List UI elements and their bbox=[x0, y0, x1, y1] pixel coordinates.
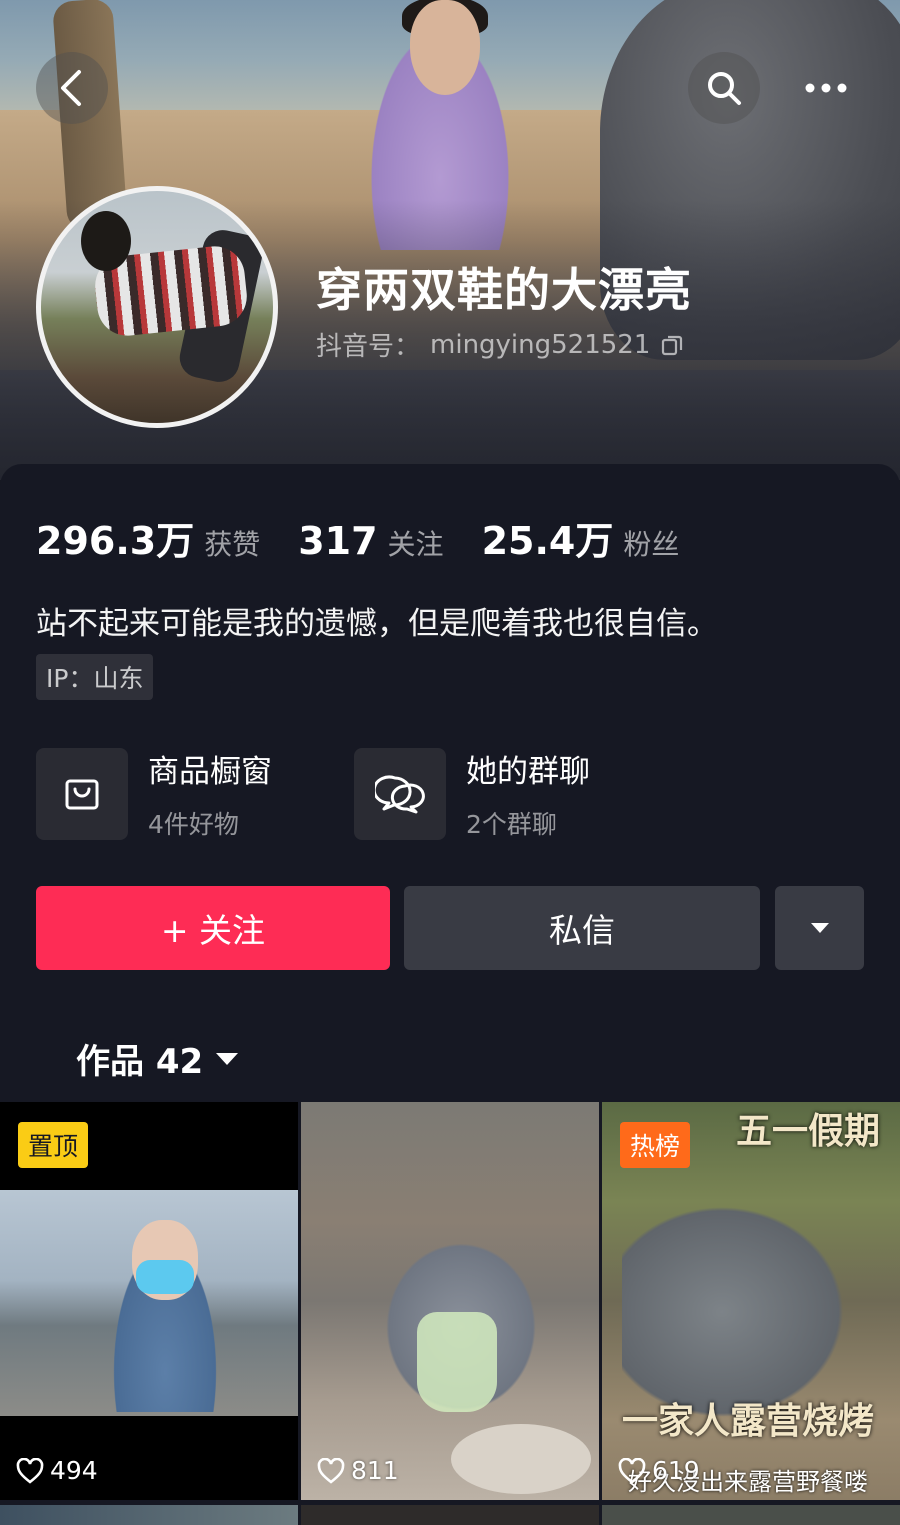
video-basin bbox=[451, 1424, 591, 1494]
video-thumbnail-partial[interactable] bbox=[602, 1505, 900, 1525]
likes-label: 获赞 bbox=[204, 528, 261, 561]
video-grid: 置顶 494 811 五一假期 一家人露营烧烤 好久没出来露营野餐喽 热榜 61… bbox=[0, 1102, 900, 1525]
video-likes-count: 811 bbox=[351, 1456, 399, 1485]
more-icon bbox=[805, 83, 847, 93]
hot-list-badge: 热榜 bbox=[620, 1122, 691, 1168]
group-chat-icon bbox=[354, 747, 446, 840]
avatar-figure-head bbox=[81, 211, 131, 271]
follow-button[interactable]: + 关注 bbox=[36, 886, 390, 970]
caret-down-icon bbox=[810, 923, 829, 933]
following-label[interactable]: 关注 bbox=[388, 523, 444, 563]
video-likes: 619 bbox=[618, 1456, 700, 1485]
douyin-id[interactable]: 抖音号： mingying521521 bbox=[316, 326, 684, 363]
bio: 站不起来可能是我的遗憾，但是爬着我也很自信。 bbox=[36, 606, 718, 642]
video-bag bbox=[417, 1312, 497, 1412]
heart-icon bbox=[618, 1457, 646, 1484]
video-thumbnail-partial[interactable] bbox=[301, 1505, 599, 1525]
followers-count[interactable]: 25.4万 bbox=[482, 510, 614, 565]
nickname: 穿两双鞋的大漂亮 bbox=[316, 263, 692, 317]
video-thumbnail[interactable]: 811 bbox=[301, 1102, 599, 1500]
shop-window-title: 商品橱窗 bbox=[148, 754, 272, 790]
heart-icon bbox=[16, 1457, 44, 1484]
tab-works[interactable]: 作品 42 bbox=[76, 1034, 239, 1083]
video-thumbnail[interactable]: 五一假期 一家人露营烧烤 好久没出来露营野餐喽 热榜 619 bbox=[602, 1102, 900, 1500]
cover-person-face bbox=[410, 0, 480, 95]
back-button[interactable] bbox=[36, 52, 108, 124]
video-overlay-title: 五一假期 bbox=[735, 1111, 880, 1152]
stats-row: 296.3万 获赞 317 关注 25.4万 粉丝 bbox=[36, 510, 717, 565]
douyin-id-value: mingying521521 bbox=[430, 329, 651, 360]
group-chat-entry[interactable]: 她的群聊 2个群聊 bbox=[354, 746, 590, 841]
video-likes-count: 494 bbox=[50, 1456, 98, 1485]
video-thumbnail[interactable]: 置顶 494 bbox=[0, 1102, 298, 1500]
group-chat-title: 她的群聊 bbox=[466, 754, 590, 790]
shop-window-entry[interactable]: 商品橱窗 4件好物 bbox=[36, 746, 272, 841]
search-icon bbox=[708, 72, 741, 105]
following-count[interactable]: 317 bbox=[298, 519, 377, 563]
video-likes: 811 bbox=[317, 1456, 399, 1485]
video-figure-mask bbox=[136, 1260, 194, 1294]
more-button[interactable] bbox=[790, 52, 862, 124]
tab-works-label: 作品 42 bbox=[76, 1042, 204, 1082]
douyin-id-label: 抖音号： bbox=[316, 332, 421, 362]
video-likes-count: 619 bbox=[652, 1456, 700, 1485]
followers-label[interactable]: 粉丝 bbox=[623, 523, 679, 563]
more-actions-button[interactable] bbox=[775, 886, 864, 970]
avatar[interactable] bbox=[36, 186, 278, 428]
shopping-bag-icon bbox=[36, 747, 128, 840]
heart-icon bbox=[317, 1457, 345, 1484]
video-overlay-subtitle: 一家人露营烧烤 bbox=[622, 1401, 875, 1442]
caret-down-icon bbox=[216, 1052, 239, 1065]
shop-window-sub: 4件好物 bbox=[148, 810, 239, 839]
likes-count: 296.3万 bbox=[36, 519, 195, 563]
message-button[interactable]: 私信 bbox=[404, 886, 760, 970]
ip-location-tag: IP：山东 bbox=[36, 654, 154, 700]
video-likes: 494 bbox=[16, 1456, 98, 1485]
video-thumbnail-partial[interactable] bbox=[0, 1505, 298, 1525]
pinned-badge: 置顶 bbox=[18, 1122, 89, 1168]
back-icon bbox=[61, 70, 81, 106]
group-chat-sub: 2个群聊 bbox=[466, 810, 557, 839]
search-button[interactable] bbox=[688, 52, 760, 124]
copy-icon[interactable] bbox=[660, 333, 684, 357]
